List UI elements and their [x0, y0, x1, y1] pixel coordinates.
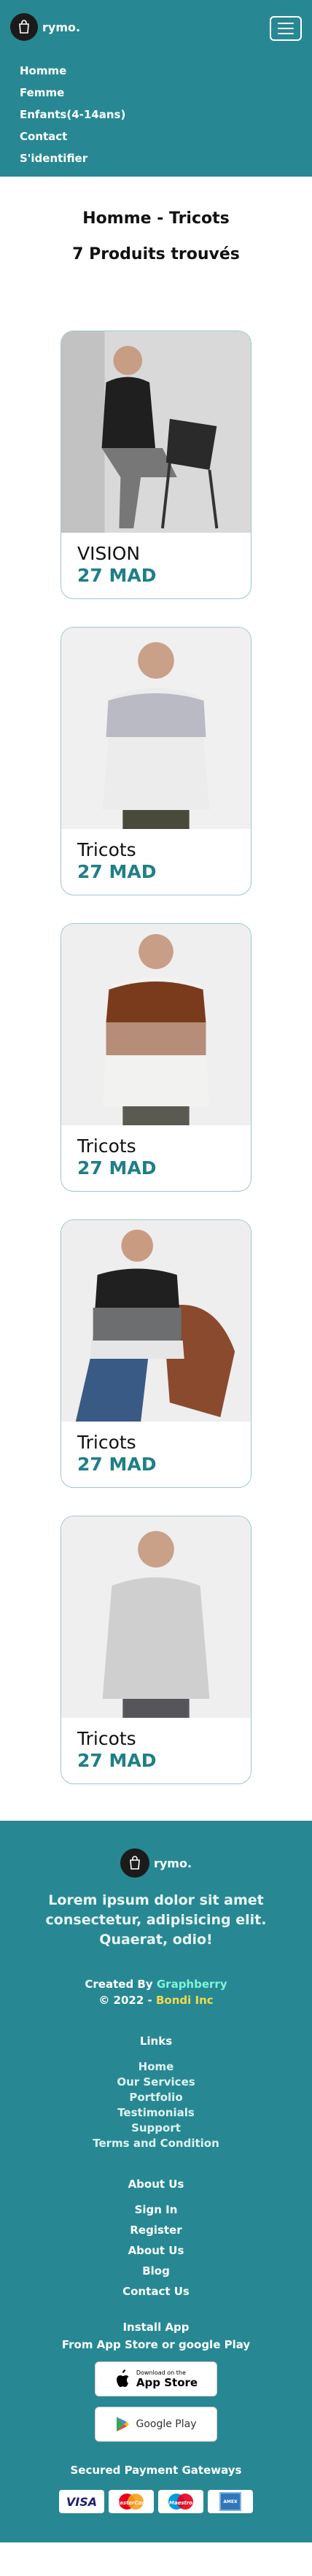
footer-link-services[interactable]: Our Services [0, 2075, 312, 2090]
install-title: Install App [122, 2321, 190, 2334]
product-image [61, 1220, 251, 1422]
creator-link[interactable]: Graphberry [157, 1978, 227, 1991]
about-title: About Us [128, 2178, 184, 2191]
hamburger-menu-icon[interactable] [270, 16, 302, 41]
maestro-icon: Maestro [158, 2490, 203, 2513]
app-store-button[interactable]: Download on the App Store [95, 2361, 217, 2396]
product-card[interactable]: Tricots 27 MAD [61, 923, 251, 1192]
footer-link-blog[interactable]: Blog [0, 2261, 312, 2281]
site-header: rymo. Homme Femme Enfants(4-14ans) Conta… [0, 0, 312, 177]
nav-item-homme[interactable]: Homme [20, 60, 125, 82]
product-image [61, 628, 251, 829]
footer-link-support[interactable]: Support [0, 2121, 312, 2136]
product-image [61, 1516, 251, 1718]
footer-link-terms[interactable]: Terms and Condition [0, 2136, 312, 2151]
footer-tagline: Lorem ipsum dolor sit amet consectetur, … [45, 1892, 267, 1948]
footer-link-portfolio[interactable]: Portfolio [0, 2090, 312, 2105]
apple-icon [116, 2369, 129, 2387]
footer-link-home[interactable]: Home [0, 2059, 312, 2075]
product-name: VISION [77, 543, 141, 564]
copyright-text: © 2022 - [98, 1994, 152, 2007]
product-card[interactable]: Tricots 27 MAD [61, 627, 251, 895]
shopping-bag-icon [10, 13, 38, 41]
footer-link-about[interactable]: About Us [0, 2240, 312, 2261]
product-image [61, 331, 251, 533]
product-list: VISION 27 MAD Tricots 27 MAD Tricots 27 … [0, 263, 312, 1784]
links-title: Links [139, 2035, 173, 2048]
product-name: Tricots [77, 1728, 136, 1749]
product-price: 27 MAD [77, 1157, 157, 1179]
nav-item-sign-in[interactable]: S'identifier [20, 147, 125, 169]
product-image [61, 924, 251, 1125]
footer-links: Home Our Services Portfolio Testimonials… [0, 2059, 312, 2151]
nav-item-enfants[interactable]: Enfants(4-14ans) [20, 104, 125, 126]
created-by-label: Created By [85, 1978, 153, 1991]
google-play-button[interactable]: Google Play [95, 2407, 217, 2442]
amex-icon: AMEX [208, 2490, 253, 2513]
result-count: 7 Produits trouvés [72, 245, 240, 263]
product-card[interactable]: VISION 27 MAD [61, 331, 251, 599]
product-card[interactable]: Tricots 27 MAD [61, 1516, 251, 1784]
product-price: 27 MAD [77, 1750, 157, 1771]
google-play-icon [117, 2417, 130, 2432]
site-footer: rymo. Lorem ipsum dolor sit amet consect… [0, 1821, 312, 2542]
product-name: Tricots [77, 839, 136, 860]
nav-item-contact[interactable]: Contact [20, 126, 125, 147]
install-subtitle: From App Store or google Play [61, 2338, 251, 2351]
footer-brand-logo[interactable]: rymo. [120, 1848, 192, 1878]
product-name: Tricots [77, 1135, 136, 1157]
footer-link-testimonials[interactable]: Testimonials [0, 2105, 312, 2121]
product-price: 27 MAD [77, 861, 157, 882]
brand-logo[interactable]: rymo. [10, 13, 80, 41]
page-title: Homme - Tricots [82, 209, 230, 228]
payments-title: Secured Payment Gateways [70, 2464, 242, 2477]
company-link[interactable]: Bondi Inc [156, 1994, 214, 2007]
visa-icon: VISA [59, 2490, 104, 2513]
brand-name: rymo. [42, 20, 81, 34]
app-store-label: App Store [136, 2375, 198, 2389]
product-card[interactable]: Tricots 27 MAD [61, 1219, 251, 1488]
footer-about-links: Sign In Register About Us Blog Contact U… [0, 2199, 312, 2302]
payment-methods: VISA MasterCard Maestro AMEX [0, 2490, 312, 2513]
shopping-bag-icon [120, 1848, 149, 1878]
footer-link-register[interactable]: Register [0, 2220, 312, 2240]
footer-link-contact[interactable]: Contact Us [0, 2281, 312, 2302]
footer-link-sign-in[interactable]: Sign In [0, 2199, 312, 2220]
main-nav: Homme Femme Enfants(4-14ans) Contact S'i… [20, 60, 125, 169]
mastercard-icon: MasterCard [109, 2490, 154, 2513]
google-play-label: Google Play [136, 2418, 197, 2430]
nav-item-femme[interactable]: Femme [20, 82, 125, 104]
app-store-small-text: Download on the [136, 2369, 186, 2376]
product-price: 27 MAD [77, 1454, 157, 1475]
footer-brand-name: rymo. [153, 1856, 192, 1870]
product-name: Tricots [77, 1432, 136, 1453]
main-content: Homme - Tricots 7 Produits trouvés VISIO… [0, 209, 312, 1784]
footer-credit: Created By Graphberry © 2022 - Bondi Inc [0, 1976, 312, 2008]
product-price: 27 MAD [77, 565, 157, 586]
